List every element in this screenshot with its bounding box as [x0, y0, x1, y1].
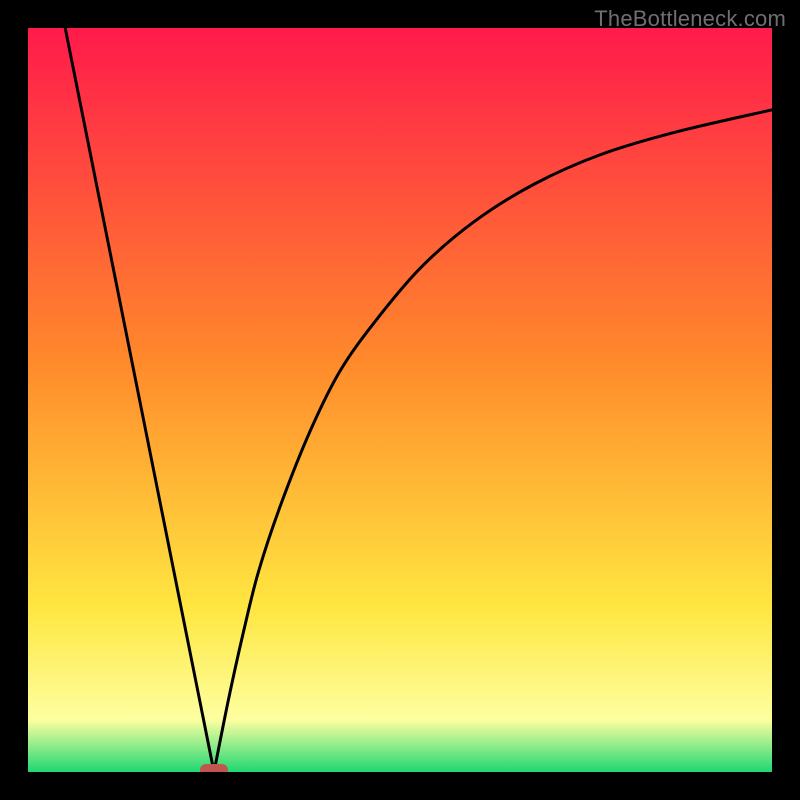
bottleneck-chart: [28, 28, 772, 772]
chart-frame: TheBottleneck.com: [0, 0, 800, 800]
optimal-marker: [200, 764, 228, 772]
